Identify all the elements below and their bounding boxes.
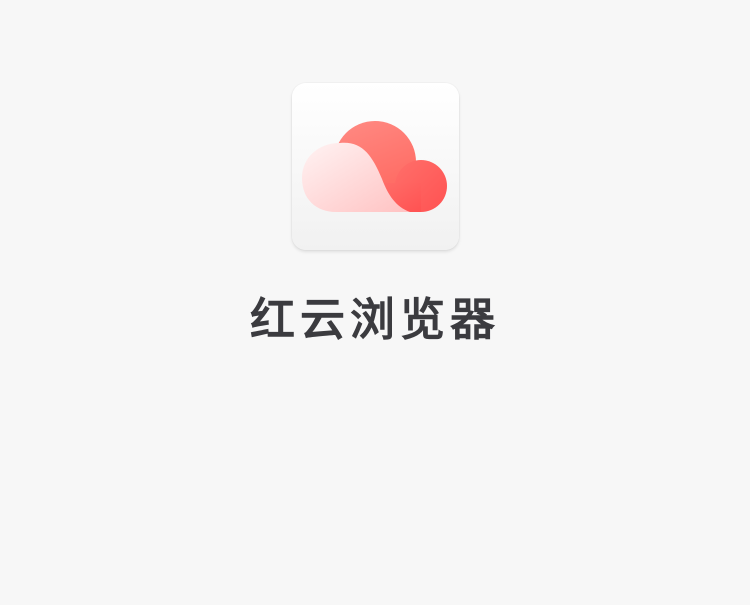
app-title: 红云浏览器: [249, 293, 500, 346]
app-icon: [292, 83, 459, 250]
cloud-icon: [302, 121, 447, 212]
splash-screen: 红云浏览器: [0, 0, 750, 605]
